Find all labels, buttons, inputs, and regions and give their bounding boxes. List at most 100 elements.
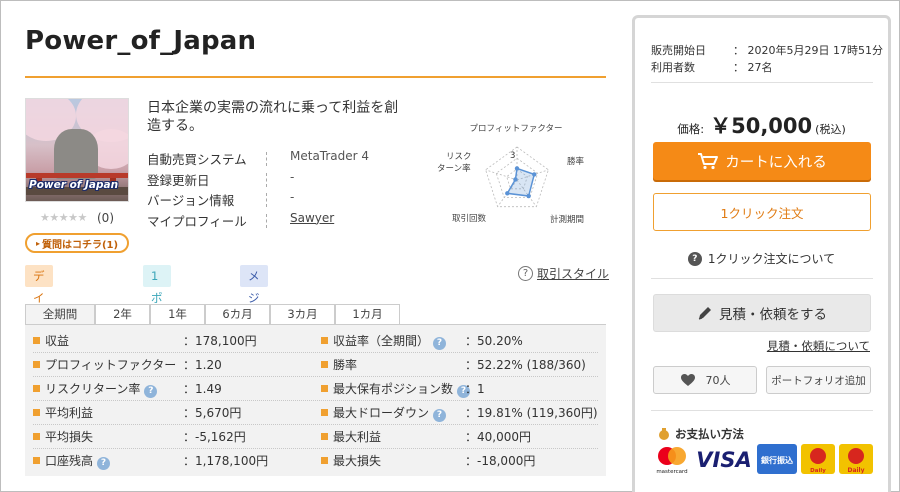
cart-icon	[698, 153, 719, 170]
radar-point	[514, 166, 520, 171]
help-icon[interactable]: ?	[97, 457, 111, 470]
thumbnail-caption: Power of Japan	[29, 179, 119, 191]
bullet-square-icon	[321, 361, 328, 368]
bullet-square-icon	[321, 409, 328, 416]
tag-major-pair[interactable]: メジャーペア	[240, 265, 268, 393]
product-thumbnail[interactable]: Power of Japan	[25, 98, 129, 202]
stat-left-value: ：1.20	[183, 358, 222, 372]
radar-point	[513, 177, 518, 182]
svg-text:Daily: Daily	[847, 467, 864, 474]
purchase-sidebar: 販売開始日 ： 2020年5月29日 17時51分 利用者数 ： 27名 価格:…	[632, 15, 891, 492]
tab-6month[interactable]: 6カ月	[205, 304, 270, 324]
stat-row: 収益 ：178,100円 収益率（全期間）? ：50.20%	[25, 329, 606, 353]
info-row-version: バージョン情報 -	[147, 190, 295, 208]
stat-right-value: ：52.22% (188/360)	[465, 358, 586, 372]
stat-left-label: プロフィットファクター	[33, 353, 176, 377]
help-icon[interactable]: ?	[433, 409, 447, 422]
daily-logo-icon: Daily	[839, 444, 873, 474]
question-icon: ?	[687, 251, 702, 266]
radar-label-period: 計測期間	[550, 214, 584, 225]
info-row-updated: 登録更新日 -	[147, 169, 295, 188]
bullet-square-icon	[33, 433, 40, 440]
stat-right-value: ：-18,000円	[465, 454, 536, 468]
about-one-click-link[interactable]: ? 1クリック注文について	[635, 250, 888, 267]
help-icon[interactable]: ?	[433, 337, 447, 350]
add-portfolio-button[interactable]: ポートフォリオ追加	[766, 366, 871, 394]
stat-right-value: ：19.81% (119,360円)	[465, 406, 598, 420]
radar-chart: プロフィットファクター 勝率 計測期間 取引回数 リスク ターン率 3	[437, 124, 585, 225]
price-amount: ￥50,000	[710, 114, 813, 138]
stat-left-value: ：1.49	[183, 382, 222, 396]
tag-day-trading[interactable]: デイトレーディング	[25, 265, 53, 459]
tab-2year[interactable]: 2年	[95, 304, 150, 324]
product-tagline: 日本企業の実需の流れに乗って利益を創造する。	[147, 100, 399, 134]
svg-text:mastercard: mastercard	[656, 469, 687, 475]
svg-text:銀行振込: 銀行振込	[760, 455, 793, 465]
stat-left-value: ：1,178,100円	[183, 454, 269, 468]
tag-one-position[interactable]: 1ポジション型	[143, 265, 171, 415]
mastercard-logo-icon: mastercard	[656, 447, 688, 475]
help-icon[interactable]: ?	[144, 385, 158, 398]
favorite-button[interactable]: 70人	[653, 366, 757, 394]
radar-label-pf: プロフィットファクター	[470, 124, 563, 134]
payment-methods-title: お支払い方法	[657, 426, 744, 442]
stat-right-label: 最大利益	[321, 425, 381, 449]
radar-point	[532, 172, 537, 177]
payment-logos: mastercard VISA 銀行振込 Daily Daily	[653, 443, 873, 483]
daily-yamazaki-logo-icon: Daily	[801, 444, 835, 474]
visa-logo-icon: VISA	[696, 448, 751, 472]
add-to-cart-button[interactable]: カートに入れる	[653, 142, 871, 180]
question-button[interactable]: ▸ 質問はコチラ(1)	[25, 233, 129, 253]
one-click-order-button[interactable]: 1クリック注文	[653, 193, 871, 231]
question-circle-icon: ?	[518, 265, 533, 281]
radar-data-polygon	[506, 167, 536, 197]
tab-1month[interactable]: 1カ月	[335, 304, 400, 324]
stat-left-label: 平均損失	[33, 425, 93, 449]
tab-all-period[interactable]: 全期間	[25, 304, 95, 324]
bullet-square-icon	[321, 385, 328, 392]
bullet-square-icon	[321, 337, 328, 344]
stat-left-label: 口座残高?	[33, 449, 111, 473]
stat-left-label: 平均利益	[33, 401, 93, 425]
stat-row: リスクリターン率? ：1.49 最大保有ポジション数? ：1	[25, 377, 606, 401]
bullet-square-icon	[33, 361, 40, 368]
stat-row: 口座残高? ：1,178,100円 最大損失 ：-18,000円	[25, 449, 606, 473]
quote-request-button[interactable]: 見積・依頼をする	[653, 294, 871, 332]
bullet-square-icon	[33, 385, 40, 392]
svg-text:Daily: Daily	[810, 468, 826, 474]
page-title: Power_of_Japan	[25, 26, 257, 56]
review-count[interactable]: (0)	[97, 211, 114, 225]
heart-icon	[680, 374, 695, 386]
svg-text:VISA: VISA	[696, 448, 751, 472]
radar-label-risk-line1: リスク	[446, 152, 472, 162]
stat-right-label: 最大損失	[321, 449, 381, 473]
rating-stars: ★★★★★	[40, 211, 87, 224]
stat-right-label: 最大ドローダウン?	[321, 401, 447, 425]
stats-table: 収益 ：178,100円 収益率（全期間）? ：50.20% プロフィットファクター ：1…	[25, 324, 606, 476]
stat-row: プロフィットファクター ：1.20 勝率 ：52.22% (188/360)	[25, 353, 606, 377]
stat-left-value: ：-5,162円	[183, 430, 246, 444]
info-row-system: 自動売買システム MetaTrader 4	[147, 149, 370, 167]
profile-link[interactable]: Sawyer	[290, 211, 334, 225]
stat-left-value: ：178,100円	[183, 334, 257, 348]
about-quote-link[interactable]: 見積・依頼について	[767, 338, 870, 354]
product-info-table: 自動売買システム MetaTrader 4 登録更新日 - バージョン情報 - …	[147, 149, 427, 231]
pen-icon	[698, 307, 711, 320]
tab-1year[interactable]: 1年	[150, 304, 205, 324]
stat-right-value: ：1	[465, 382, 485, 396]
radar-label-winrate: 勝率	[567, 156, 585, 167]
arrow-right-icon: ▸	[35, 238, 40, 248]
coin-bag-icon	[659, 428, 669, 440]
title-divider	[25, 76, 606, 78]
bullet-square-icon	[33, 337, 40, 344]
tab-3month[interactable]: 3カ月	[270, 304, 335, 324]
stat-left-label: 収益	[33, 329, 69, 353]
bullet-square-icon	[321, 457, 328, 464]
price-display: 価格: ￥50,000 (税込)	[677, 114, 846, 138]
stat-row: 平均利益 ：5,670円 最大ドローダウン? ：19.81% (119,360円)	[25, 401, 606, 425]
stat-right-label: 最大保有ポジション数?	[321, 377, 471, 401]
stat-left-label: リスクリターン率?	[33, 377, 158, 401]
radar-point	[505, 191, 510, 196]
radar-label-trades: 取引回数	[452, 213, 487, 224]
trade-style-link[interactable]: ? 取引スタイル	[518, 264, 609, 282]
